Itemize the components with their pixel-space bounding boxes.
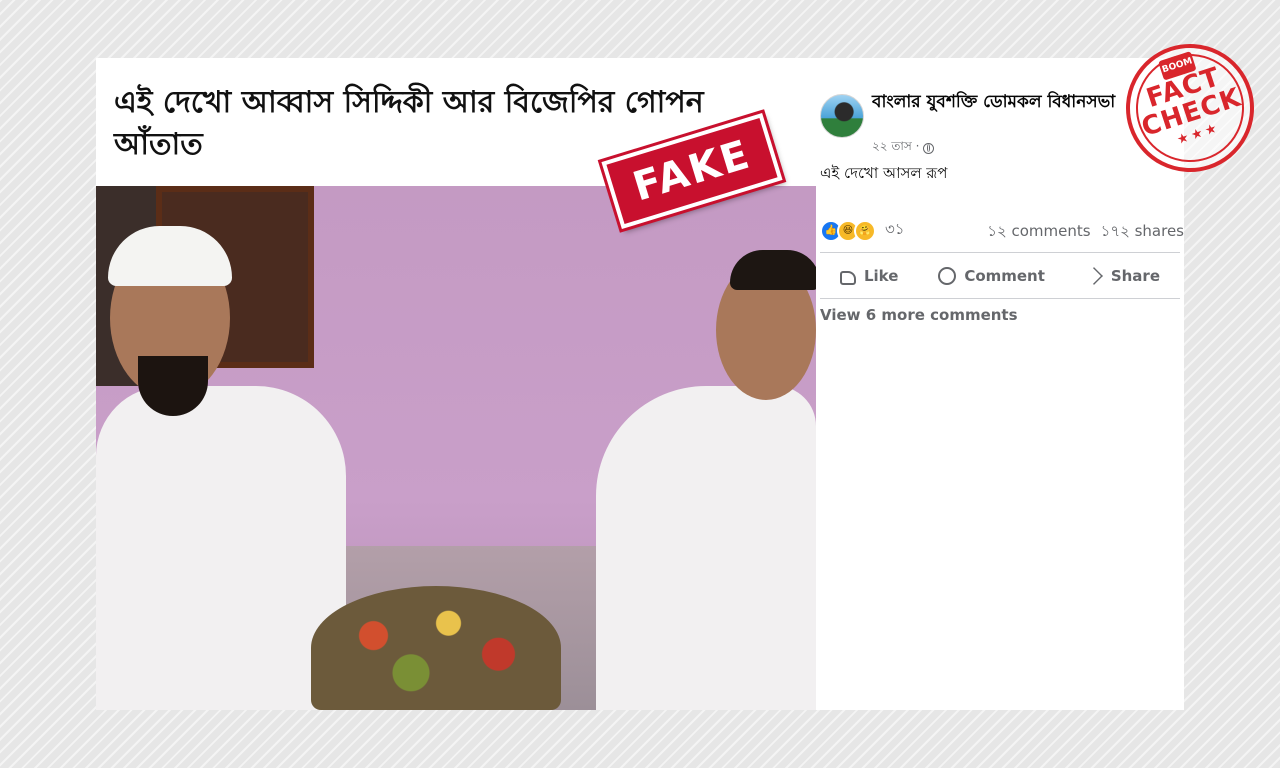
divider-top <box>820 252 1180 253</box>
shares-count[interactable]: ১৭২ shares <box>1101 220 1184 245</box>
post-caption: এই দেখো আসল রূপ <box>820 164 948 182</box>
thumbs-up-icon <box>839 271 856 285</box>
photo <box>96 186 816 710</box>
post-meta: ২২ তাস · <box>872 138 935 158</box>
globe-icon <box>923 142 935 154</box>
reaction-count: ৩১ <box>885 220 905 238</box>
comments-count[interactable]: ১২ comments <box>987 220 1090 245</box>
share-label: Share <box>1110 267 1161 285</box>
fact-check-line2: CHECK <box>1137 82 1245 143</box>
comment-icon <box>938 267 957 285</box>
fact-check-stars: ★★★ <box>1175 119 1222 148</box>
avatar[interactable] <box>820 94 864 138</box>
person-right-hair <box>730 250 816 290</box>
engagement-counts: ১২ comments ১৭২ shares <box>987 220 1184 245</box>
comment-button[interactable]: Comment <box>938 267 1045 285</box>
care-reaction-icon: 🤗 <box>854 219 876 242</box>
shared-image: এই দেখো আব্বাস সিদ্দিকী আর বিজেপির গোপন … <box>96 58 816 710</box>
person-right <box>596 386 816 710</box>
post-time[interactable]: ২২ তাস · <box>872 138 919 158</box>
flower-bouquet <box>311 586 561 710</box>
reaction-summary[interactable]: 👍 😆 🤗 ৩১ <box>820 218 905 243</box>
divider-bottom <box>820 298 1180 299</box>
view-more-comments[interactable]: View 6 more comments <box>820 306 1018 324</box>
comment-label: Comment <box>964 267 1045 285</box>
person-left <box>96 386 346 710</box>
share-button[interactable]: Share <box>1084 267 1161 285</box>
like-button[interactable]: Like <box>839 267 899 285</box>
like-label: Like <box>863 267 899 285</box>
share-icon <box>1084 267 1103 285</box>
facebook-post: বাংলার যুবশক্তি ডোমকল বিধানসভা ২২ তাস · … <box>820 58 1184 710</box>
action-bar: Like Comment Share <box>820 256 1180 296</box>
page-name[interactable]: বাংলার যুবশক্তি ডোমকল বিধানসভা <box>872 92 1132 112</box>
boom-logo: BOOM <box>1158 51 1197 81</box>
fact-check-card: এই দেখো আব্বাস সিদ্দিকী আর বিজেপির গোপন … <box>96 58 1184 710</box>
